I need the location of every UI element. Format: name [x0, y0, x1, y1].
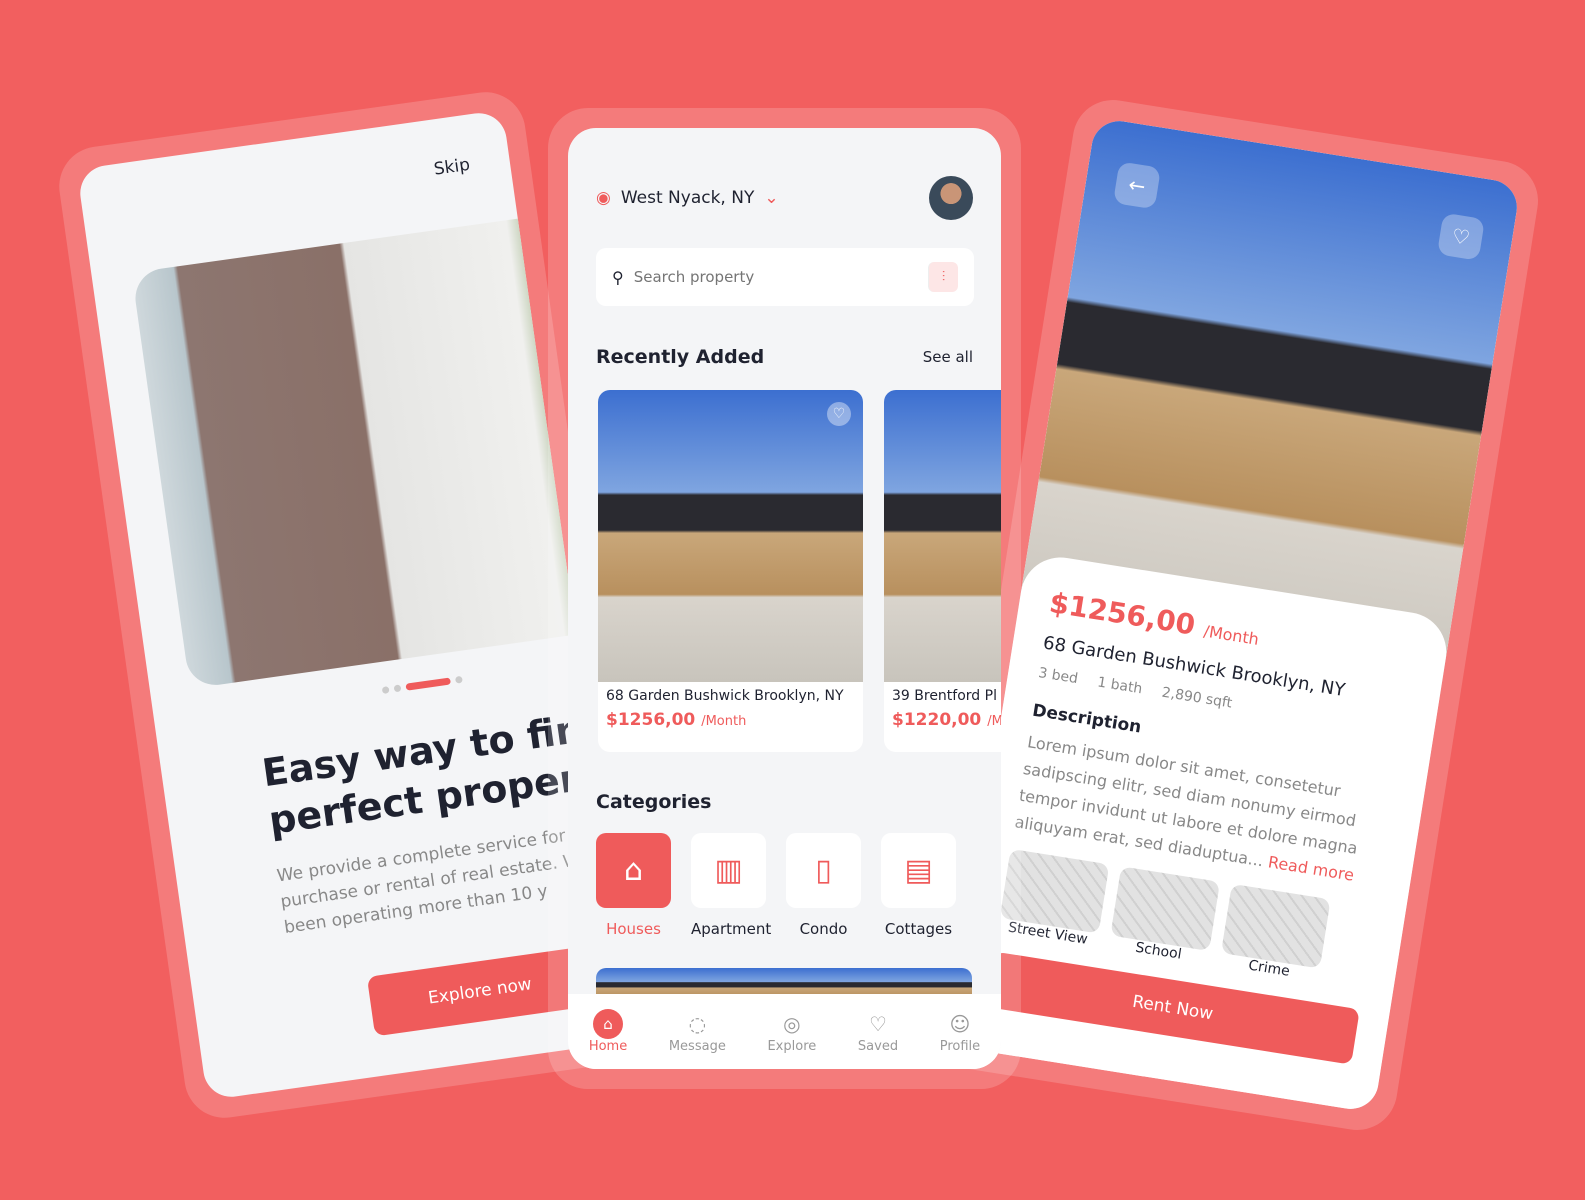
map-pin-icon: ◉	[596, 188, 611, 208]
nav-explore[interactable]: ◎ Explore	[767, 1009, 816, 1054]
home-phone: ◉ West Nyack, NY ⌄ ⚲ ⫶ Recently Added Se…	[548, 108, 1021, 1089]
heart-icon: ♡	[869, 1012, 887, 1036]
property-price: $1220,00 /Month	[892, 710, 1001, 730]
property-card[interactable]: 39 Brentford Pl $1220,00 /Month	[884, 390, 1001, 752]
recently-added-title: Recently Added	[596, 346, 765, 368]
skip-button[interactable]: Skip	[433, 155, 472, 180]
categories-list: ⌂ Houses ▥ Apartment ▯ Condo ▤ Cottages	[596, 833, 956, 938]
search-bar: ⚲ ⫶	[596, 248, 974, 306]
category-houses[interactable]: ⌂ Houses	[596, 833, 671, 938]
house-icon: ⌂	[596, 833, 671, 908]
location-selector[interactable]: ◉ West Nyack, NY ⌄	[596, 188, 779, 208]
nav-profile[interactable]: ☺ Profile	[940, 1009, 980, 1054]
nav-saved[interactable]: ♡ Saved	[858, 1009, 898, 1054]
categories-title: Categories	[596, 791, 712, 813]
bottom-nav: ⌂ Home ◌ Message ◎ Explore ♡ Saved ☺ Profile	[568, 994, 1001, 1069]
search-icon: ⚲	[612, 267, 624, 287]
map-school[interactable]: School	[1108, 866, 1221, 967]
search-input[interactable]	[633, 268, 918, 286]
avatar[interactable]	[929, 176, 973, 220]
category-apartment[interactable]: ▥ Apartment	[691, 833, 771, 938]
home-icon: ⌂	[593, 1009, 623, 1039]
user-icon: ☺	[949, 1012, 971, 1036]
category-cottages[interactable]: ▤ Cottages	[881, 833, 956, 938]
nav-home[interactable]: ⌂ Home	[589, 1009, 627, 1054]
apartment-icon: ▥	[691, 833, 766, 908]
property-address: 68 Garden Bushwick Brooklyn, NY	[606, 688, 844, 704]
area-feature: 2,890 sqft	[1160, 684, 1234, 712]
cottages-icon: ▤	[881, 833, 956, 908]
building-image	[131, 214, 606, 689]
message-icon: ◌	[688, 1012, 707, 1036]
property-price: $1256,00 /Month	[606, 710, 747, 730]
detail-sheet: $1256,00 /Month 68 Garden Bushwick Brook…	[949, 551, 1453, 1113]
heart-icon[interactable]: ♡	[827, 402, 851, 426]
read-more-link[interactable]: Read more	[1267, 852, 1356, 884]
bed-feature: 3 bed	[1037, 665, 1080, 688]
home-screen: ◉ West Nyack, NY ⌄ ⚲ ⫶ Recently Added Se…	[568, 128, 1001, 1069]
filter-icon[interactable]: ⫶	[928, 262, 958, 292]
nav-message[interactable]: ◌ Message	[669, 1009, 726, 1054]
page-indicator	[381, 675, 463, 695]
chevron-down-icon: ⌄	[764, 188, 779, 208]
property-card[interactable]: ♡ 68 Garden Bushwick Brooklyn, NY $1256,…	[598, 390, 863, 752]
property-image: ♡	[598, 390, 863, 682]
bath-feature: 1 bath	[1096, 674, 1144, 698]
property-image	[884, 390, 1001, 682]
category-condo[interactable]: ▯ Condo	[786, 833, 861, 938]
heart-icon[interactable]: ♡	[1436, 212, 1485, 261]
pin-icon: ◎	[783, 1012, 801, 1036]
back-arrow-icon[interactable]: ←	[1112, 161, 1162, 210]
property-address: 39 Brentford Pl	[892, 688, 997, 704]
see-all-link[interactable]: See all	[923, 348, 973, 366]
location-label: West Nyack, NY	[620, 188, 755, 208]
detail-screen: ← ♡ $1256,00 /Month 68 Garden Bushwick B…	[949, 117, 1521, 1113]
map-crime[interactable]: Crime	[1218, 883, 1331, 985]
condo-icon: ▯	[786, 833, 861, 908]
